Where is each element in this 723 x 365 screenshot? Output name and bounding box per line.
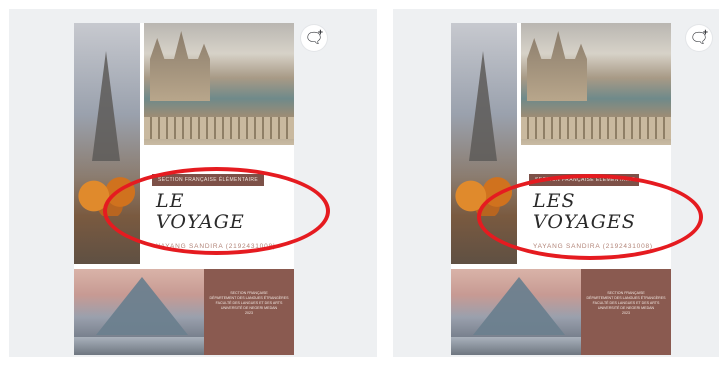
castle-shape — [150, 31, 210, 101]
plus-icon: + — [317, 27, 323, 37]
plus-icon: + — [702, 27, 708, 37]
section-banner: SECTION FRANÇAISE ÉLÉMENTAIRE — [152, 174, 264, 186]
institution-info: SECTION FRANÇAISE DÉPARTEMENT DES LANGUE… — [204, 269, 294, 355]
castle-shape — [527, 31, 587, 101]
info-line: 2023 — [245, 311, 253, 315]
institution-info: SECTION FRANÇAISE DÉPARTEMENT DES LANGUE… — [581, 269, 671, 355]
balustrade-shape — [521, 117, 671, 139]
add-comment-button[interactable]: 🗨 + — [301, 25, 327, 51]
title-line-2: VOYAGES — [533, 211, 636, 233]
eiffel-tower-shape — [92, 51, 120, 161]
louvre-pyramid-photo — [74, 269, 204, 355]
louvre-pyramid-photo — [451, 269, 581, 355]
eiffel-tower-photo — [74, 23, 140, 264]
add-comment-button[interactable]: 🗨 + — [686, 25, 712, 51]
conciergerie-photo — [521, 23, 671, 145]
autumn-leaves-shape — [451, 176, 517, 216]
title-line-1: LE — [156, 190, 185, 212]
pyramid-shape — [473, 277, 565, 335]
poster-title: LE VOYAGE — [156, 191, 245, 233]
poster-cover[interactable]: SECTION FRANÇAISE ÉLÉMENTAIRE LES VOYAGE… — [451, 23, 671, 355]
section-banner: SECTION FRANÇAISE ÉLÉMENTAIRE — [529, 174, 639, 186]
design-preview-left[interactable]: SECTION FRANÇAISE ÉLÉMENTAIRE LE VOYAGE … — [9, 9, 377, 357]
pyramid-shape — [96, 277, 188, 335]
author-name: YAYANG SANDIRA (2192431008) — [156, 243, 276, 250]
title-line-1: LES — [533, 190, 576, 212]
ground-shape — [74, 337, 204, 355]
eiffel-tower-photo — [451, 23, 517, 264]
conciergerie-photo — [144, 23, 294, 145]
ground-shape — [451, 337, 581, 355]
poster-cover[interactable]: SECTION FRANÇAISE ÉLÉMENTAIRE LE VOYAGE … — [74, 23, 294, 355]
balustrade-shape — [144, 117, 294, 139]
title-line-2: VOYAGE — [156, 211, 245, 233]
autumn-leaves-shape — [74, 176, 140, 216]
design-preview-right[interactable]: SECTION FRANÇAISE ÉLÉMENTAIRE LES VOYAGE… — [393, 9, 719, 357]
author-name: YAYANG SANDIRA (2192431008) — [533, 243, 653, 250]
info-line: 2023 — [622, 311, 630, 315]
eiffel-tower-shape — [469, 51, 497, 161]
poster-title: LES VOYAGES — [533, 191, 636, 233]
